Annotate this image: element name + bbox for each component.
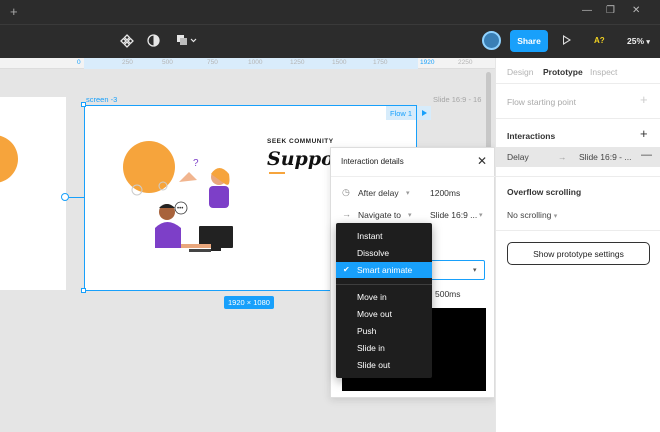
component-icon[interactable]: [120, 34, 134, 48]
divider: [496, 176, 660, 177]
duration-input[interactable]: 500ms: [435, 289, 461, 299]
divider: [331, 176, 496, 177]
people-illustration: ••• ?: [123, 141, 233, 252]
new-tab-icon[interactable]: +: [10, 4, 18, 19]
divider: [496, 230, 660, 231]
contrast-icon[interactable]: [147, 34, 160, 47]
flow-label-chip[interactable]: Flow 1: [386, 106, 416, 120]
add-flow-icon[interactable]: +: [640, 92, 648, 107]
divider: [496, 118, 660, 119]
overflow-scrolling-select[interactable]: No scrolling ▾: [507, 210, 557, 220]
menu-item-instant[interactable]: Instant: [336, 228, 432, 244]
present-play-icon[interactable]: [563, 35, 571, 45]
ruler-tick: 750: [207, 59, 218, 66]
menu-item-label: Push: [357, 326, 377, 336]
menu-item-move-out[interactable]: Move out: [336, 306, 432, 322]
ab-test-button[interactable]: A?: [594, 36, 605, 45]
ruler-tick: 250: [122, 59, 133, 66]
resize-handle-bl[interactable]: [81, 288, 86, 293]
zoom-dropdown[interactable]: 25% ▾: [627, 36, 650, 46]
boolean-groups-icon[interactable]: [176, 34, 198, 47]
overflow-scrolling-title: Overflow scrolling: [507, 187, 582, 197]
svg-text:?: ?: [193, 158, 199, 169]
connection-line: [69, 197, 85, 198]
zoom-value: 25%: [627, 36, 645, 46]
previous-frame[interactable]: [0, 97, 66, 290]
chevron-down-icon: ▾: [553, 213, 558, 220]
divider: [496, 83, 660, 84]
menu-item-label: Slide out: [357, 360, 391, 370]
ruler-tick: 0: [77, 59, 81, 66]
interaction-row[interactable]: Delay → Slide 16:9 - ... —: [496, 147, 660, 167]
ruler-tick: 1920: [420, 59, 435, 66]
menu-item-move-in[interactable]: Move in: [336, 289, 432, 305]
right-frame-label[interactable]: Slide 16:9 - 16: [433, 95, 481, 104]
popover-title: Interaction details: [341, 157, 404, 166]
resize-handle-tl[interactable]: [81, 102, 86, 107]
frame-label[interactable]: screen -3: [86, 95, 117, 104]
chevron-down-icon[interactable]: ▾: [406, 189, 410, 197]
minimize-icon[interactable]: —: [582, 5, 592, 16]
menu-item-label: Move out: [357, 309, 392, 319]
menu-item-push[interactable]: Push: [336, 323, 432, 339]
menu-item-label: Dissolve: [357, 248, 390, 258]
close-icon[interactable]: ✕: [477, 154, 487, 168]
user-avatar[interactable]: [482, 31, 501, 50]
destination-select[interactable]: Slide 16:9 ...: [430, 210, 477, 220]
chevron-down-icon: ▾: [646, 39, 650, 46]
connection-handle[interactable]: [61, 193, 69, 201]
interaction-target: Slide 16:9 - ...: [579, 152, 632, 162]
menu-divider: [336, 284, 432, 285]
menu-item-slide-out[interactable]: Slide out: [336, 357, 432, 373]
ruler-tick: 1500: [332, 59, 347, 66]
tab-design[interactable]: Design: [507, 67, 533, 77]
chevron-down-icon[interactable]: ▾: [473, 266, 477, 274]
arrow-right-icon: →: [558, 152, 567, 162]
menu-item-label: Smart animate: [357, 265, 413, 275]
tab-prototype[interactable]: Prototype: [543, 67, 583, 77]
menu-item-label: Instant: [357, 231, 383, 241]
headline-underline: [269, 172, 285, 174]
menu-item-dissolve[interactable]: Dissolve: [336, 245, 432, 261]
flow-play-icon[interactable]: [417, 106, 431, 120]
menu-item-smart-animate[interactable]: ✔ Smart animate: [336, 262, 432, 278]
trigger-select[interactable]: After delay: [358, 188, 399, 198]
chevron-down-icon[interactable]: ▾: [479, 211, 483, 219]
ruler-tick: 500: [162, 59, 173, 66]
restore-icon[interactable]: ❐: [606, 5, 615, 16]
arrow-right-icon: →: [342, 209, 351, 219]
clock-icon: ◷: [342, 187, 350, 197]
close-window-icon[interactable]: ✕: [632, 5, 640, 16]
frame-size-badge: 1920 × 1080: [224, 296, 274, 309]
action-select[interactable]: Navigate to: [358, 210, 401, 220]
svg-text:•••: •••: [177, 206, 183, 212]
check-icon: ✔: [343, 265, 350, 274]
frame-eyebrow-text: SEEK COMMUNITY: [267, 138, 334, 145]
overflow-value: No scrolling: [507, 210, 552, 220]
orange-circle-shape: [0, 135, 18, 183]
toolbar: Share A? 25% ▾: [0, 24, 660, 58]
flow-starting-point-title: Flow starting point: [507, 97, 576, 107]
title-bar: + — ❐ ✕: [0, 0, 660, 24]
horizontal-ruler: 0 250 500 750 1000 1250 1500 1750 1920 2…: [0, 58, 495, 69]
interactions-title: Interactions: [507, 131, 556, 141]
add-interaction-icon[interactable]: +: [640, 126, 648, 141]
menu-item-label: Slide in: [357, 343, 385, 353]
share-button[interactable]: Share: [510, 30, 548, 52]
menu-item-slide-in[interactable]: Slide in: [336, 340, 432, 356]
chevron-down-icon[interactable]: ▾: [408, 211, 412, 219]
ruler-tick: 1000: [248, 59, 263, 66]
delay-input[interactable]: 1200ms: [430, 188, 460, 198]
properties-panel: Design Prototype Inspect Flow starting p…: [495, 58, 660, 432]
interaction-trigger: Delay: [507, 152, 529, 162]
tab-inspect[interactable]: Inspect: [590, 67, 617, 77]
ruler-tick: 1750: [373, 59, 388, 66]
ruler-tick: 2250: [458, 59, 473, 66]
animation-dropdown-menu: Instant Dissolve ✔ Smart animate Move in …: [336, 223, 432, 378]
ruler-tick: 1250: [290, 59, 305, 66]
remove-interaction-icon[interactable]: —: [641, 149, 652, 161]
menu-item-label: Move in: [357, 292, 387, 302]
show-prototype-settings-button[interactable]: Show prototype settings: [507, 242, 650, 265]
